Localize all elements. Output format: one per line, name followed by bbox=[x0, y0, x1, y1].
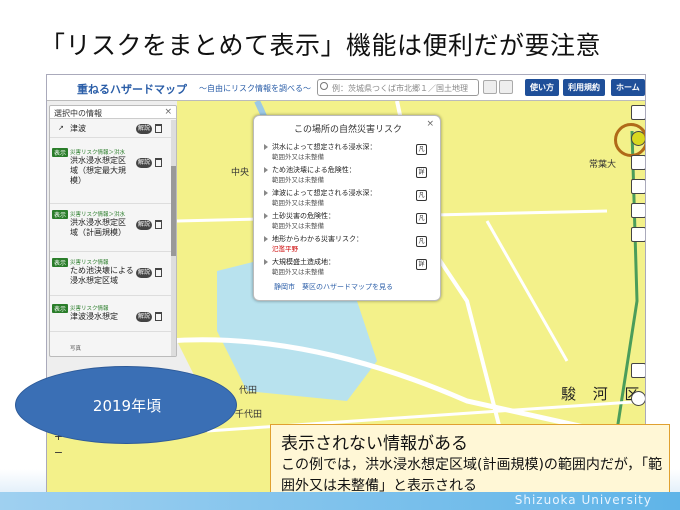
risk-item-flood[interactable]: 洪水によって想定される浸水深： 範囲外又は未整備 凡 bbox=[264, 142, 434, 164]
draw-tool-icon[interactable] bbox=[631, 203, 645, 218]
legend-icon[interactable]: 凡 bbox=[416, 190, 427, 201]
map-label-daita: 代田 bbox=[239, 386, 258, 396]
nav-button-terms[interactable]: 利用規約 bbox=[563, 79, 605, 96]
callout-heading: 表示されない情報がある bbox=[281, 434, 468, 454]
layer-item-reservoir: 表示 災害リスク情報 ため池決壊による浸水想定区域 解説 bbox=[50, 256, 172, 296]
expand-arrow-icon[interactable] bbox=[264, 259, 268, 265]
legend-icon[interactable]: 凡 bbox=[416, 144, 427, 155]
slide-title: 「リスクをまとめて表示」機能は便利だが要注意 bbox=[40, 31, 602, 60]
layer-category: 災害リスク情報＞洪水 bbox=[70, 212, 126, 218]
layer-name: 洪水浸水想定区域（計画規模） bbox=[70, 218, 126, 237]
search-icon bbox=[320, 82, 328, 90]
zoom-out-button[interactable]: − bbox=[52, 447, 65, 460]
nav-button-home[interactable]: ホーム bbox=[611, 79, 645, 96]
app-subtitle: ～自由にリスク情報を調べる～ bbox=[199, 84, 311, 93]
risk-value: 範囲外又は未整備 bbox=[272, 153, 324, 161]
explain-button[interactable]: 解説 bbox=[136, 124, 152, 134]
risk-item-terrain[interactable]: 地形からわかる災害リスク： 氾濫平野 凡 bbox=[264, 234, 434, 256]
selected-info-panel: 選択中の情報 × ↗ 津波 解説 表示 災害リスク情報＞洪水 洪水浸水想定区域（… bbox=[49, 105, 177, 357]
toolbox-icon[interactable] bbox=[631, 227, 645, 242]
risk-value: 範囲外又は未整備 bbox=[272, 268, 324, 276]
layer-category: 災害リスク情報＞洪水 bbox=[70, 150, 126, 156]
map-label-chuo: 中央 bbox=[231, 168, 250, 178]
risk-item-fill-land[interactable]: 大規模盛土造成地： 範囲外又は未整備 詳 bbox=[264, 257, 434, 279]
location-pin-icon[interactable] bbox=[631, 155, 645, 170]
layer-category: 写真 bbox=[70, 346, 82, 352]
detail-icon[interactable]: 詳 bbox=[416, 167, 427, 178]
trash-icon[interactable] bbox=[155, 124, 162, 133]
link-text[interactable]: 葵区のハザードマップを見る bbox=[302, 283, 393, 291]
layer-name: 津波浸水想定 bbox=[70, 312, 118, 321]
era-badge: 2019年頃 bbox=[15, 366, 237, 444]
panel-scroll-thumb[interactable] bbox=[171, 166, 176, 256]
warning-callout: 表示されない情報がある この例では，洪水浸水想定区域(計画規模)の範囲内だが，「… bbox=[270, 424, 670, 502]
risk-item-reservoir[interactable]: ため池決壊による危険性： 範囲外又は未整備 詳 bbox=[264, 165, 434, 187]
map-label-chiyoda: 千代田 bbox=[235, 410, 263, 420]
layer-name: 洪水浸水想定区域（想定最大規模） bbox=[70, 156, 126, 185]
risk-item-tsunami[interactable]: 津波によって想定される浸水深： 範囲外又は未整備 凡 bbox=[264, 188, 434, 210]
app-logo-icon bbox=[55, 80, 71, 96]
location-search-button[interactable] bbox=[499, 80, 513, 94]
display-toggle[interactable]: 表示 bbox=[52, 304, 69, 313]
legend-icon[interactable]: 凡 bbox=[416, 236, 427, 247]
slide: 「リスクをまとめて表示」機能は便利だが要注意 重ねるハザードマップ ～自由にリス… bbox=[0, 0, 680, 510]
explain-button[interactable]: 解説 bbox=[136, 312, 152, 322]
measure-tool-icon[interactable] bbox=[631, 179, 645, 194]
layer-category: 災害リスク情報 bbox=[70, 260, 109, 266]
risk-value: 範囲外又は未整備 bbox=[272, 199, 324, 207]
compass-icon[interactable] bbox=[631, 391, 645, 406]
explain-button[interactable]: 解説 bbox=[136, 220, 152, 230]
legend-icon[interactable]: 凡 bbox=[416, 213, 427, 224]
trash-icon[interactable] bbox=[155, 220, 162, 229]
info-tool-icon[interactable] bbox=[631, 105, 645, 120]
layer-item-flood-max: 表示 災害リスク情報＞洪水 洪水浸水想定区域（想定最大規模） 解説 bbox=[50, 146, 172, 204]
app-title[interactable]: 重ねるハザードマップ bbox=[77, 81, 187, 97]
popup-title: この場所の自然災害リスク bbox=[293, 125, 402, 135]
highlight-ring bbox=[614, 123, 645, 157]
layer-name: ため池決壊による浸水想定区域 bbox=[70, 266, 134, 285]
expand-arrow-icon[interactable] bbox=[264, 167, 268, 173]
risk-value: 範囲外又は未整備 bbox=[272, 222, 324, 230]
callout-body: この例では，洪水浸水想定区域(計画規模)の範囲内だが，「範囲外又は未整備」と表示… bbox=[281, 457, 663, 494]
city-hazard-map-link[interactable]: 静岡市 葵区のハザードマップを見る bbox=[274, 282, 393, 292]
expand-arrow-icon[interactable] bbox=[264, 190, 268, 196]
app-header: 重ねるハザードマップ ～自由にリスク情報を調べる～ 例：茨城県つくば市北郷１／国… bbox=[47, 75, 645, 101]
risk-item-landslide[interactable]: 土砂災害の危険性： 範囲外又は未整備 凡 bbox=[264, 211, 434, 233]
panel-close-icon[interactable]: × bbox=[164, 107, 172, 117]
layer-category: 災害リスク情報 bbox=[70, 306, 109, 312]
layer-name: 津波 bbox=[70, 124, 86, 133]
detail-icon[interactable]: 詳 bbox=[416, 259, 427, 270]
panel-title: 選択中の情報 bbox=[50, 106, 176, 119]
link-city[interactable]: 静岡市 bbox=[274, 283, 295, 291]
risk-popup: この場所の自然災害リスク × 洪水によって想定される浸水深： 範囲外又は未整備 … bbox=[253, 115, 441, 301]
trash-icon[interactable] bbox=[155, 312, 162, 321]
popup-close-icon[interactable]: × bbox=[426, 119, 434, 129]
layer-item-photo: 写真 bbox=[50, 342, 172, 356]
display-toggle[interactable]: 表示 bbox=[52, 148, 69, 157]
footer-text: Shizuoka University bbox=[514, 493, 652, 507]
trash-icon[interactable] bbox=[155, 158, 162, 167]
era-badge-text: 2019年頃 bbox=[92, 397, 162, 415]
expand-arrow-icon[interactable] bbox=[264, 213, 268, 219]
risk-value: 氾濫平野 bbox=[272, 245, 298, 253]
layer-item-tsunami-inundation: 表示 災害リスク情報 津波浸水想定 解説 bbox=[50, 302, 172, 332]
map-label-tokoha: 常葉大 bbox=[589, 160, 617, 170]
expand-arrow-icon[interactable] bbox=[264, 144, 268, 150]
nav-button-usage[interactable]: 使い方 bbox=[525, 79, 559, 96]
search-input[interactable]: 例：茨城県つくば市北郷１／国土地理 bbox=[317, 79, 479, 96]
expand-arrow-icon[interactable] bbox=[264, 236, 268, 242]
layer-item-tsunami: ↗ 津波 解説 bbox=[50, 120, 172, 138]
layer-settings-icon[interactable] bbox=[631, 363, 645, 378]
trash-icon[interactable] bbox=[155, 268, 162, 277]
display-toggle[interactable]: 表示 bbox=[52, 258, 69, 267]
layer-item-flood-plan: 表示 災害リスク情報＞洪水 洪水浸水想定区域（計画規模） 解説 bbox=[50, 208, 172, 252]
display-toggle[interactable]: 表示 bbox=[52, 210, 69, 219]
explain-button[interactable]: 解説 bbox=[136, 158, 152, 168]
risk-value: 範囲外又は未整備 bbox=[272, 176, 324, 184]
search-submit-button[interactable] bbox=[483, 80, 497, 94]
layer-arrow-icon: ↗ bbox=[58, 124, 64, 132]
explain-button[interactable]: 解説 bbox=[136, 268, 152, 278]
